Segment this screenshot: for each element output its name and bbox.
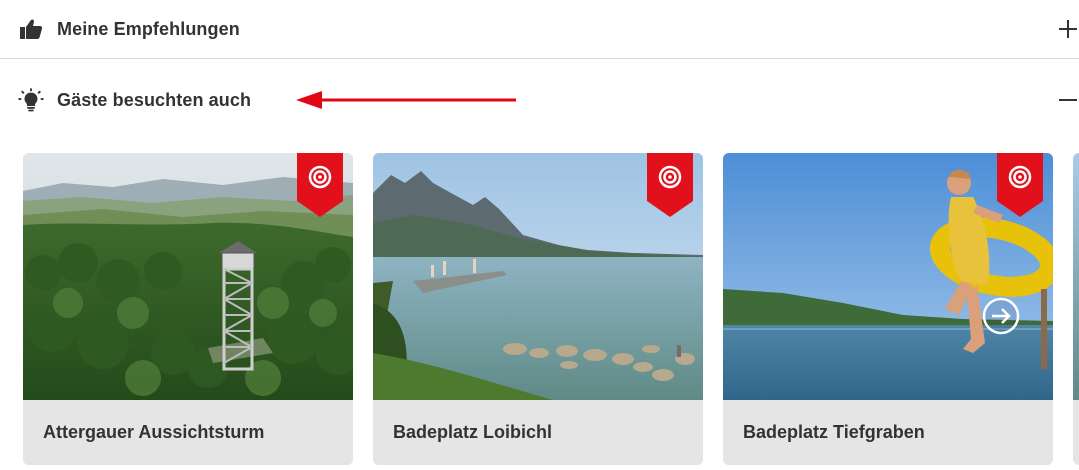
accordion-recommendations-title: Meine Empfehlungen xyxy=(57,18,240,39)
accordion-recommendations-header[interactable]: Meine Empfehlungen xyxy=(0,0,1079,59)
card-title-area: Attergauer Aussichtsturm xyxy=(23,400,353,465)
card-title: Attergauer Aussichtsturm xyxy=(43,422,265,442)
card-title-area: Badeplatz Tiefgraben xyxy=(723,400,1053,465)
collapse-minus-icon[interactable] xyxy=(1059,91,1077,109)
page: Meine Empfehlungen Gäste besuchten auch xyxy=(0,0,1079,470)
accordion-guests-title: Gäste besuchten auch xyxy=(57,89,252,110)
card-title-area: Badeplatz Loibichl xyxy=(373,400,703,465)
card-attergauer-aussichtsturm[interactable]: Attergauer Aussichtsturm xyxy=(23,153,353,465)
expand-plus-icon[interactable] xyxy=(1059,20,1077,38)
card-next-peek[interactable] xyxy=(1073,153,1079,465)
annotation-arrow xyxy=(296,91,516,109)
thumbs-up-icon xyxy=(18,16,44,42)
accordion-guests-header[interactable]: Gäste besuchten auch xyxy=(0,71,1079,129)
cards-carousel: Attergauer Aussichtsturm Badeplatz Loibi… xyxy=(23,153,1079,465)
card-badeplatz-tiefgraben[interactable]: Badeplatz Tiefgraben xyxy=(723,153,1053,465)
lightbulb-icon xyxy=(18,87,44,113)
arrow-right-circle-icon[interactable] xyxy=(981,296,1021,336)
card-title: Badeplatz Loibichl xyxy=(393,422,553,442)
target-icon xyxy=(997,153,1043,217)
target-icon xyxy=(297,153,343,217)
card-title: Badeplatz Tiefgraben xyxy=(743,422,925,442)
card-badeplatz-loibichl[interactable]: Badeplatz Loibichl xyxy=(373,153,703,465)
target-icon xyxy=(647,153,693,217)
